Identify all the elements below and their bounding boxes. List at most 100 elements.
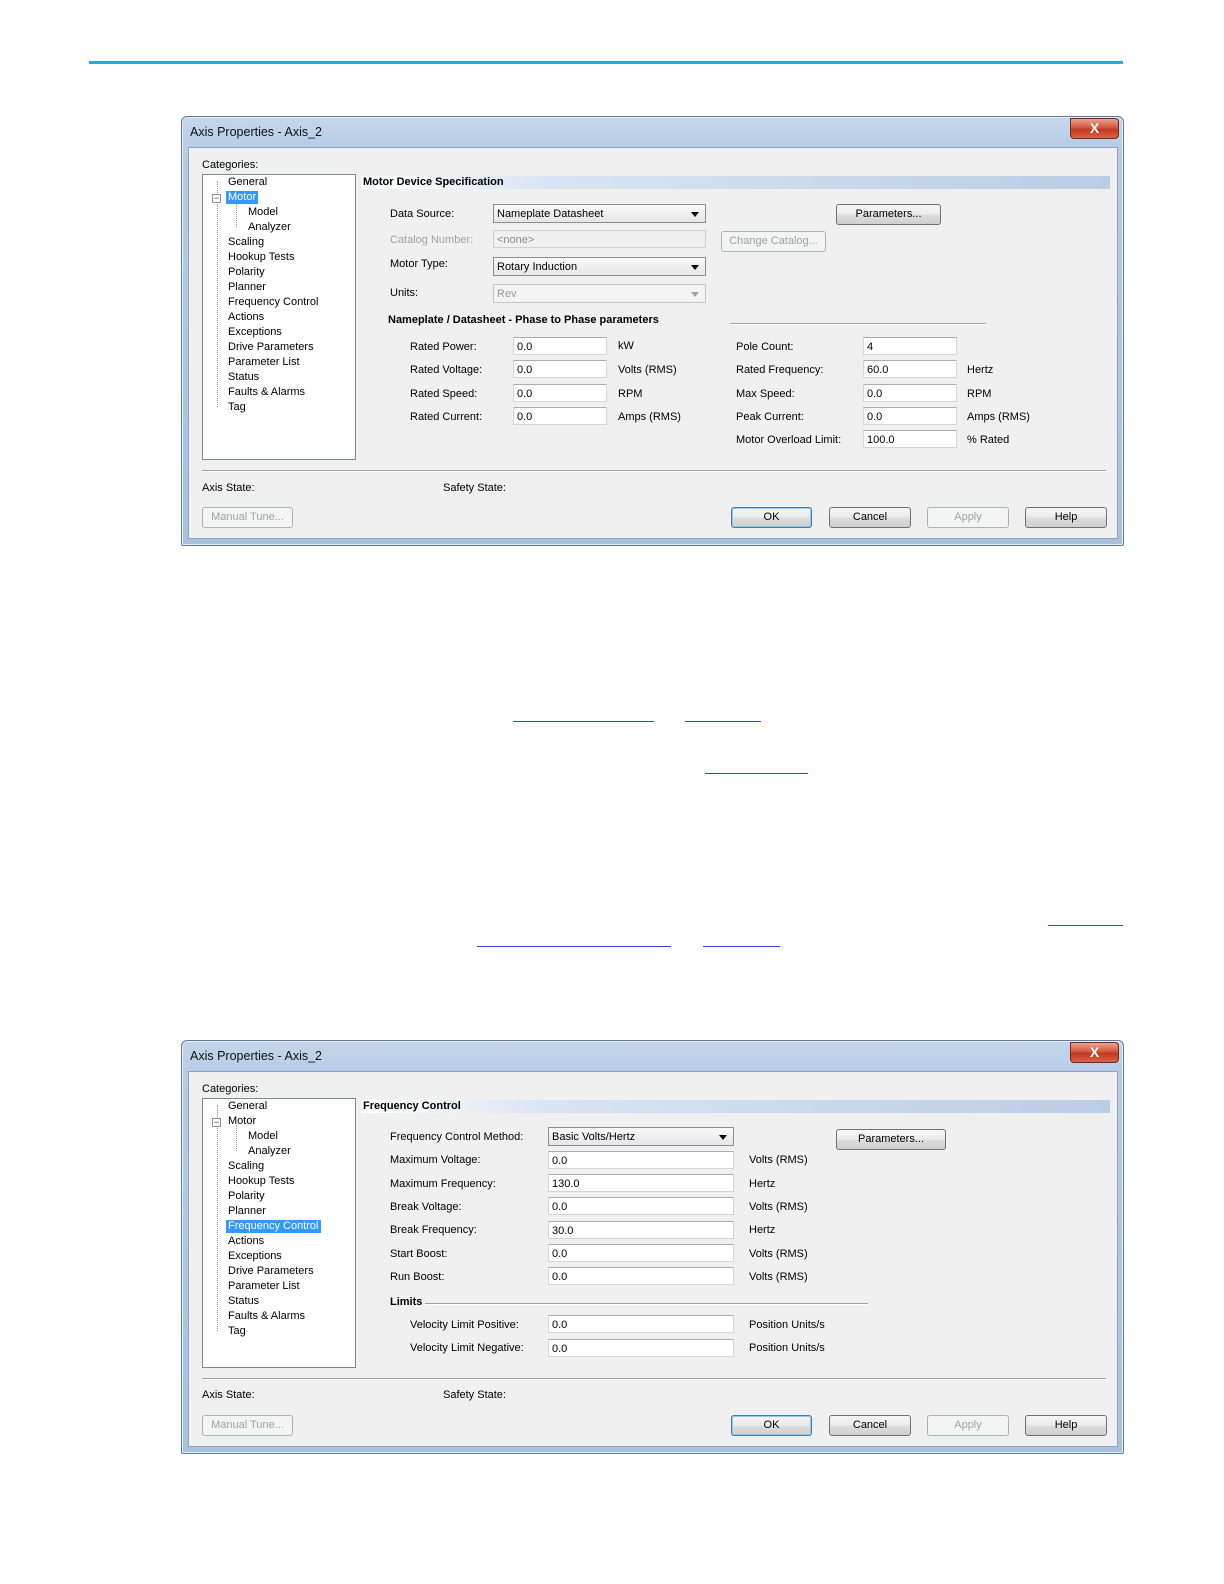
tree-item-model[interactable]: Model [246, 1130, 280, 1143]
title-bar[interactable]: Axis Properties - Axis_2 X [182, 117, 1123, 147]
tree-item-hookup-tests[interactable]: Hookup Tests [226, 251, 296, 264]
rated-speed-field[interactable]: 0.0 [513, 384, 607, 402]
data-source-select[interactable]: Nameplate Datasheet [493, 204, 706, 223]
rated-frequency-field[interactable]: 60.0 [863, 360, 957, 378]
maximum-voltage-field[interactable]: 0.0 [548, 1151, 734, 1169]
tree-item-hookup-tests[interactable]: Hookup Tests [226, 1175, 296, 1188]
tree-item-polarity[interactable]: Polarity [226, 1190, 267, 1203]
velocity-limit-positive-label: Velocity Limit Positive: [410, 1319, 519, 1331]
hyperlink[interactable] [477, 946, 671, 947]
help-button[interactable]: Help [1025, 507, 1107, 528]
peak-current-field[interactable]: 0.0 [863, 407, 957, 425]
tree-item-analyzer[interactable]: Analyzer [246, 1145, 293, 1158]
tree-item-parameter-list[interactable]: Parameter List [226, 1280, 302, 1293]
ok-button[interactable]: OK [731, 507, 812, 528]
start-boost-field[interactable]: 0.0 [548, 1244, 734, 1262]
cancel-button[interactable]: Cancel [829, 1415, 911, 1436]
tree-connector [236, 201, 237, 227]
divider [202, 1378, 1106, 1380]
hyperlink[interactable] [1048, 925, 1123, 926]
cancel-button[interactable]: Cancel [829, 507, 911, 528]
break-frequency-field[interactable]: 30.0 [548, 1221, 734, 1239]
tree-item-faults-alarms[interactable]: Faults & Alarms [226, 386, 307, 399]
tree-item-general[interactable]: General [226, 1100, 269, 1113]
run-boost-field[interactable]: 0.0 [548, 1267, 734, 1285]
categories-tree[interactable]: − General Motor Model Analyzer Scaling H… [202, 174, 356, 460]
velocity-limit-positive-field[interactable]: 0.0 [548, 1315, 734, 1333]
rated-current-unit: Amps (RMS) [618, 411, 681, 423]
rated-voltage-label: Rated Voltage: [410, 364, 483, 376]
frequency-control-method-select[interactable]: Basic Volts/Hertz [548, 1127, 734, 1146]
pole-count-field[interactable]: 4 [863, 337, 957, 355]
break-frequency-label: Break Frequency: [390, 1224, 477, 1236]
tree-item-tag[interactable]: Tag [226, 1325, 248, 1338]
tree-item-status[interactable]: Status [226, 371, 261, 384]
divider [730, 323, 986, 325]
rated-power-field[interactable]: 0.0 [513, 337, 607, 355]
tree-item-frequency-control[interactable]: Frequency Control [226, 1220, 321, 1233]
tree-item-exceptions[interactable]: Exceptions [226, 326, 284, 339]
motor-overload-limit-field[interactable]: 100.0 [863, 430, 957, 448]
tree-connector [236, 1125, 237, 1151]
rated-speed-label: Rated Speed: [410, 388, 478, 400]
maximum-frequency-field[interactable]: 130.0 [548, 1174, 734, 1192]
velocity-limit-negative-field[interactable]: 0.0 [548, 1339, 734, 1357]
tree-item-general[interactable]: General [226, 176, 269, 189]
hyperlink[interactable] [705, 773, 808, 774]
collapse-icon[interactable]: − [212, 194, 221, 203]
tree-item-planner[interactable]: Planner [226, 281, 268, 294]
units-value: Rev [497, 288, 517, 300]
tree-item-status[interactable]: Status [226, 1295, 261, 1308]
tree-item-exceptions[interactable]: Exceptions [226, 1250, 284, 1263]
tree-item-parameter-list[interactable]: Parameter List [226, 356, 302, 369]
tree-item-scaling[interactable]: Scaling [226, 1160, 266, 1173]
tree-item-planner[interactable]: Planner [226, 1205, 268, 1218]
tree-item-analyzer[interactable]: Analyzer [246, 221, 293, 234]
units-select: Rev [493, 284, 706, 303]
motor-type-select[interactable]: Rotary Induction [493, 257, 706, 276]
axis-state-label: Axis State: [202, 482, 255, 494]
nameplate-header: Nameplate / Datasheet - Phase to Phase p… [388, 314, 659, 326]
close-button[interactable]: X [1070, 1042, 1119, 1063]
rated-voltage-field[interactable]: 0.0 [513, 360, 607, 378]
dialog-client-area: Categories: − General Motor Model Analyz… [188, 147, 1118, 539]
tree-item-frequency-control[interactable]: Frequency Control [226, 296, 321, 309]
hyperlink[interactable] [703, 946, 780, 947]
tree-item-motor[interactable]: Motor [226, 191, 259, 204]
categories-label: Categories: [202, 159, 259, 171]
pole-count-label: Pole Count: [736, 341, 794, 353]
hyperlink[interactable] [513, 721, 654, 722]
tree-item-drive-parameters[interactable]: Drive Parameters [226, 341, 316, 354]
tree-connector [217, 1105, 218, 1331]
tree-item-actions[interactable]: Actions [226, 311, 266, 324]
dialog-client-area: Categories: − General Motor Model Analyz… [188, 1071, 1118, 1447]
tree-item-polarity[interactable]: Polarity [226, 266, 267, 279]
categories-tree[interactable]: − General Motor Model Analyzer Scaling H… [202, 1098, 356, 1368]
hyperlink[interactable] [685, 721, 761, 722]
page-top-rule [89, 61, 1123, 64]
tree-item-actions[interactable]: Actions [226, 1235, 266, 1248]
parameters-button[interactable]: Parameters... [836, 204, 941, 225]
tree-item-faults-alarms[interactable]: Faults & Alarms [226, 1310, 307, 1323]
title-bar[interactable]: Axis Properties - Axis_2 X [182, 1041, 1123, 1071]
run-boost-label: Run Boost: [390, 1271, 445, 1283]
max-speed-field[interactable]: 0.0 [863, 384, 957, 402]
ok-button[interactable]: OK [731, 1415, 812, 1436]
rated-current-field[interactable]: 0.0 [513, 407, 607, 425]
tree-item-scaling[interactable]: Scaling [226, 236, 266, 249]
axis-properties-dialog-motor: Axis Properties - Axis_2 X Categories: −… [181, 116, 1124, 546]
limits-header: Limits [390, 1296, 423, 1308]
parameters-button[interactable]: Parameters... [836, 1129, 946, 1150]
collapse-icon[interactable]: − [212, 1118, 221, 1127]
tree-item-motor[interactable]: Motor [226, 1115, 258, 1128]
tree-item-tag[interactable]: Tag [226, 401, 248, 414]
motor-type-value: Rotary Induction [497, 261, 578, 273]
maximum-voltage-label: Maximum Voltage: [390, 1154, 481, 1166]
help-button[interactable]: Help [1025, 1415, 1107, 1436]
tree-item-model[interactable]: Model [246, 206, 280, 219]
close-button[interactable]: X [1070, 118, 1119, 139]
break-voltage-field[interactable]: 0.0 [548, 1197, 734, 1215]
tree-item-drive-parameters[interactable]: Drive Parameters [226, 1265, 316, 1278]
maximum-voltage-unit: Volts (RMS) [749, 1154, 808, 1166]
safety-state-label: Safety State: [443, 482, 506, 494]
